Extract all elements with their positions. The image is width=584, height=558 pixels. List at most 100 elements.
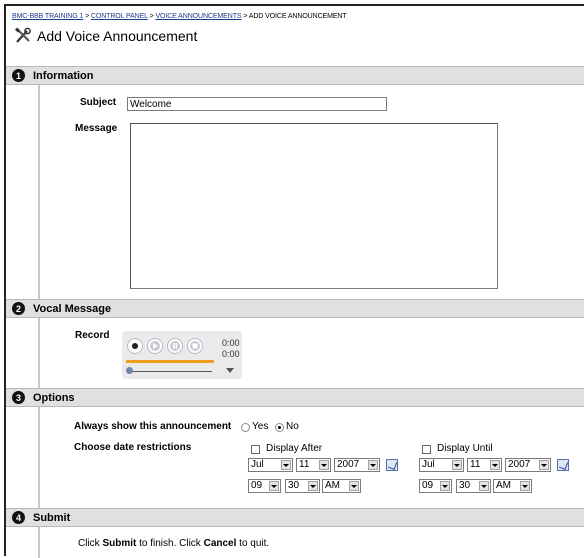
until-day-select[interactable]: 11 — [467, 458, 502, 472]
message-label: Message — [75, 123, 118, 134]
seek-track[interactable] — [128, 371, 212, 372]
record-label: Record — [75, 330, 110, 341]
submit-word: Submit — [102, 538, 137, 549]
page-frame: BMC-BBB TRAINING 1 > CONTROL PANEL > VOI… — [4, 4, 584, 558]
cancel-word: Cancel — [203, 538, 237, 549]
section-submit-header: 4 Submit — [6, 508, 584, 527]
selected-value: 30 — [288, 480, 300, 491]
section-rail — [38, 527, 40, 558]
no-label: No — [286, 421, 299, 432]
selected-value: 2007 — [337, 459, 360, 470]
selected-value: 30 — [459, 480, 471, 491]
calendar-icon[interactable] — [557, 459, 569, 471]
section-rail — [38, 318, 40, 388]
display-until-label: Display Until — [437, 443, 493, 454]
record-button[interactable] — [127, 338, 143, 354]
stop-icon — [190, 341, 200, 351]
page-title: Add Voice Announcement — [37, 28, 198, 44]
level-bar — [126, 360, 214, 363]
chevron-down-icon — [281, 460, 291, 470]
display-after-checkbox[interactable] — [251, 445, 260, 454]
selected-value: 2007 — [508, 459, 531, 470]
chevron-down-icon — [539, 460, 549, 470]
breadcrumb-control-panel-link[interactable]: CONTROL PANEL — [91, 13, 148, 20]
chevron-down-icon — [440, 481, 450, 491]
breadcrumb-separator: > — [243, 13, 248, 20]
stop-button[interactable] — [187, 338, 203, 354]
seek-handle[interactable] — [126, 367, 133, 374]
date-restrictions-label: Choose date restrictions — [74, 442, 192, 453]
yes-label: Yes — [252, 421, 269, 432]
yes-radio[interactable] — [241, 423, 250, 432]
selected-value: Jul — [251, 459, 264, 470]
breadcrumb-course-link[interactable]: BMC-BBB TRAINING 1 — [12, 13, 83, 20]
pause-icon — [170, 341, 180, 351]
breadcrumb-separator: > — [149, 13, 154, 20]
until-month-select[interactable]: Jul — [419, 458, 464, 472]
subject-label: Subject — [80, 97, 117, 108]
section-information-header: 1 Information — [6, 66, 584, 85]
selected-value: Jul — [422, 459, 435, 470]
play-button[interactable] — [147, 338, 163, 354]
until-minute-select[interactable]: 30 — [456, 479, 491, 493]
section-rail — [38, 407, 40, 508]
after-hour-select[interactable]: 09 — [248, 479, 281, 493]
chevron-down-icon — [490, 460, 500, 470]
chevron-down-icon — [520, 481, 530, 491]
chevron-down-icon — [349, 481, 359, 491]
after-year-select[interactable]: 2007 — [334, 458, 380, 472]
section-number: 2 — [12, 302, 25, 315]
after-day-select[interactable]: 11 — [296, 458, 331, 472]
chevron-down-icon — [319, 460, 329, 470]
selected-value: AM — [325, 480, 340, 491]
section-title: Information — [33, 69, 94, 82]
chevron-down-icon — [269, 481, 279, 491]
audio-recorder: 0:00 0:00 — [122, 331, 242, 379]
breadcrumb: BMC-BBB TRAINING 1 > CONTROL PANEL > VOI… — [12, 13, 347, 20]
selected-value: 11 — [470, 459, 481, 470]
tools-icon — [15, 27, 31, 43]
chevron-down-icon — [452, 460, 462, 470]
selected-value: 09 — [251, 480, 263, 491]
breadcrumb-separator: > — [85, 13, 90, 20]
after-month-select[interactable]: Jul — [248, 458, 293, 472]
subject-input[interactable] — [127, 97, 387, 111]
chevron-down-icon — [479, 481, 489, 491]
instruction-text: to finish. Click — [136, 538, 204, 549]
record-icon — [132, 343, 138, 349]
section-title: Options — [33, 391, 75, 404]
display-after-label: Display After — [266, 443, 323, 454]
until-ampm-select[interactable]: AM — [493, 479, 532, 493]
selected-value: 09 — [422, 480, 434, 491]
breadcrumb-current: ADD VOICE ANNOUNCEMENT — [248, 13, 347, 20]
until-year-select[interactable]: 2007 — [505, 458, 551, 472]
message-textarea[interactable] — [130, 123, 498, 289]
until-hour-select[interactable]: 09 — [419, 479, 452, 493]
submit-instructions: Click Submit to finish. Click Cancel to … — [78, 538, 269, 549]
display-until-checkbox[interactable] — [422, 445, 431, 454]
selected-value: AM — [496, 480, 511, 491]
section-number: 3 — [12, 391, 25, 404]
after-ampm-select[interactable]: AM — [322, 479, 361, 493]
calendar-icon[interactable] — [386, 459, 398, 471]
section-rail — [38, 85, 40, 299]
section-vocal-header: 2 Vocal Message — [6, 299, 584, 318]
breadcrumb-voice-announcements-link[interactable]: VOICE ANNOUNCEMENTS — [155, 13, 241, 20]
after-minute-select[interactable]: 30 — [285, 479, 320, 493]
instruction-text: to quit. — [236, 538, 270, 549]
section-title: Submit — [33, 511, 71, 524]
always-show-label: Always show this announcement — [74, 421, 232, 432]
section-number: 4 — [12, 511, 25, 524]
elapsed-time: 0:00 — [222, 338, 240, 348]
chevron-down-icon[interactable] — [226, 368, 234, 373]
no-radio[interactable] — [275, 423, 284, 432]
selected-value: 11 — [299, 459, 310, 470]
title-row: Add Voice Announcement — [14, 26, 197, 46]
instruction-text: Click — [78, 538, 103, 549]
chevron-down-icon — [368, 460, 378, 470]
play-icon — [150, 341, 160, 351]
section-title: Vocal Message — [33, 302, 112, 315]
total-time: 0:00 — [222, 349, 240, 359]
pause-button[interactable] — [167, 338, 183, 354]
section-options-header: 3 Options — [6, 388, 584, 407]
